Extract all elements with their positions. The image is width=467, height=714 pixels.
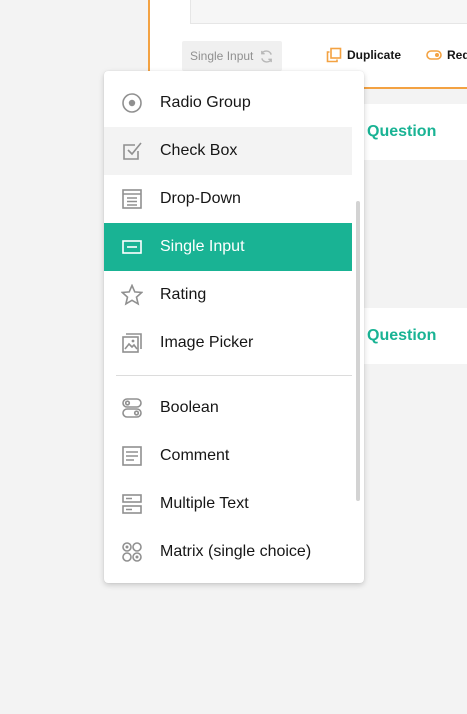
comment-icon [122,446,142,466]
multiple-text-icon [122,494,142,514]
menu-item-label: Image Picker [160,334,254,351]
menu-item-label: Comment [160,447,230,464]
menu-item-rating[interactable]: Rating [104,271,352,319]
menu-separator [116,375,352,376]
duplicate-icon [326,47,342,63]
required-toggle[interactable]: Req [426,47,467,63]
menu-item-label: Matrix (single choice) [160,543,312,560]
menu-scrollbar[interactable] [356,201,360,501]
menu-item-image-picker[interactable]: Image Picker [104,319,352,367]
menu-item-check-box[interactable]: Check Box [104,127,352,175]
menu-item-radio-group[interactable]: Radio Group [104,79,352,127]
menu-item-label: Radio Group [160,94,251,111]
toggle-icon [426,50,442,60]
question-type-menu[interactable]: Radio Group Check Box Drop-Down Single I… [104,71,364,583]
menu-item-label: Boolean [160,399,219,416]
question-type-chip[interactable]: Single Input [182,41,283,71]
menu-item-comment[interactable]: Comment [104,432,352,480]
question-type-label: Single Input [190,49,254,63]
menu-item-boolean[interactable]: Boolean [104,384,352,432]
checkbox-icon [123,142,142,160]
menu-item-drop-down[interactable]: Drop-Down [104,175,352,223]
duplicate-label: Duplicate [347,48,402,62]
single-input-icon [122,240,142,254]
menu-item-label: Rating [160,286,207,303]
boolean-icon [122,398,142,418]
required-label: Req [447,48,467,62]
duplicate-button[interactable]: Duplicate [326,47,401,63]
menu-item-label: Check Box [160,142,238,159]
star-icon [121,284,143,306]
menu-item-multiple-text[interactable]: Multiple Text [104,480,352,528]
menu-item-matrix-single-choice[interactable]: Matrix (single choice) [104,528,352,576]
question-content-box [190,0,467,24]
menu-item-label: Single Input [160,238,245,255]
menu-item-label: Multiple Text [160,495,249,512]
question-title: Question [367,123,437,140]
radio-group-icon [122,93,142,113]
image-picker-icon [122,333,142,353]
dropdown-icon [122,189,142,209]
question-title-2: Question [367,327,437,344]
menu-item-single-input[interactable]: Single Input [104,223,352,271]
refresh-icon [261,49,273,63]
menu-item-label: Drop-Down [160,190,241,207]
matrix-icon [122,542,142,562]
